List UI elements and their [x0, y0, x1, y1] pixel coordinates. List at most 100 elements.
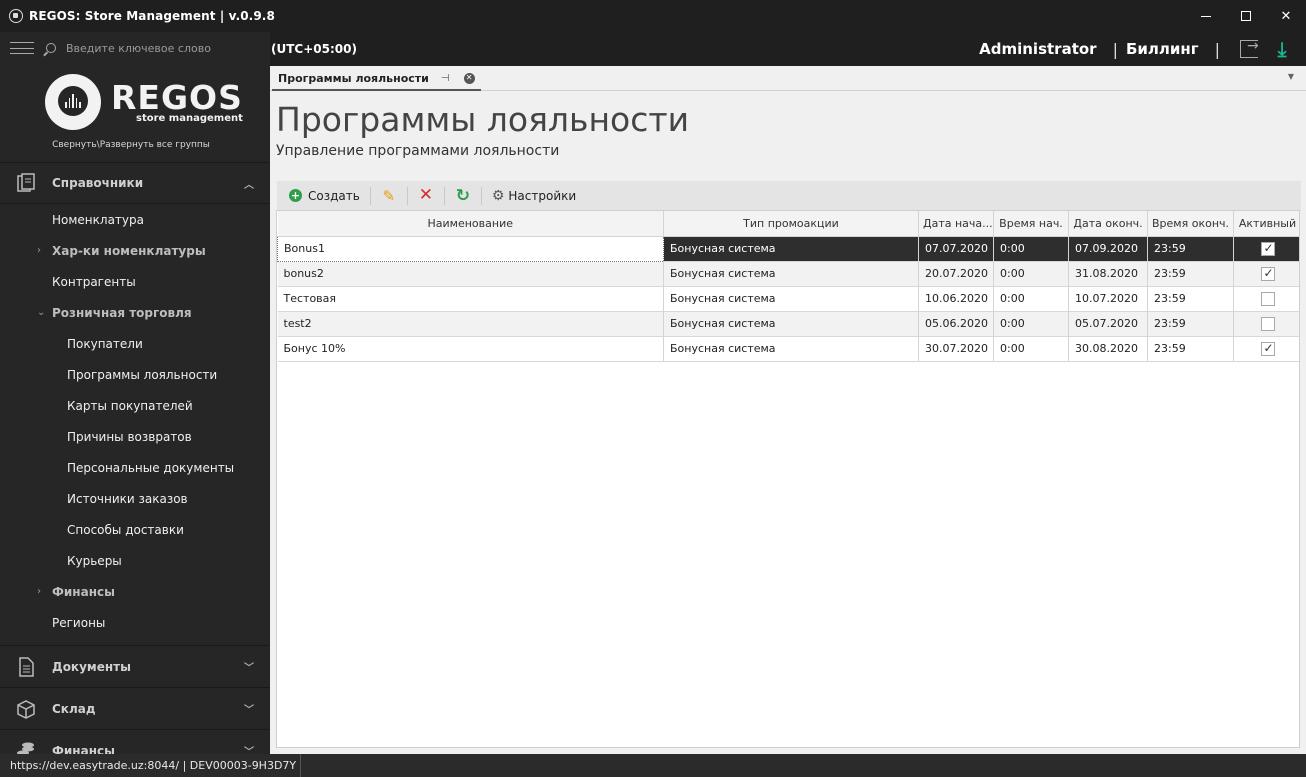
cell-start-time[interactable]: 0:00 [993, 261, 1069, 287]
sidebar-item-contractors[interactable]: Контрагенты [0, 266, 270, 297]
cell-name[interactable]: test2 [277, 311, 664, 337]
tab-close-icon[interactable]: ✕ [463, 72, 475, 84]
table-row[interactable]: Тестовая Бонусная система 10.06.2020 0:00 10… [277, 286, 1299, 312]
chevron-down-icon: ﹀ [244, 705, 254, 716]
tab-dropdown-icon[interactable]: ▼ [1288, 72, 1294, 81]
separator: | [182, 759, 187, 772]
sidebar-group-finance[interactable]: › Финансы [0, 576, 270, 607]
tab-loyalty-programs[interactable]: Программы лояльности ⊣ ✕ [272, 67, 481, 91]
plus-circle-icon: + [289, 189, 302, 202]
sidebar-section-documents[interactable]: Документы ﹀ [0, 645, 270, 687]
cell-promo-type[interactable]: Бонусная система [663, 336, 919, 362]
table-row[interactable]: Bonus1 Бонусная система 07.07.2020 0:00 07.0… [277, 235, 1299, 262]
cell-promo-type[interactable]: Бонусная система [663, 236, 919, 262]
active-checkbox[interactable] [1260, 266, 1275, 281]
maximize-button[interactable] [1226, 0, 1266, 32]
sidebar-item-customers[interactable]: Покупатели [0, 328, 270, 359]
column-header-name[interactable]: Наименование [277, 211, 664, 237]
minimize-button[interactable] [1186, 0, 1226, 32]
server-url: https://dev.easytrade.uz:8044/ [10, 759, 180, 772]
active-checkbox[interactable] [1260, 241, 1275, 256]
toolbar-divider [443, 186, 445, 205]
sidebar-item-delivery-methods[interactable]: Способы доставки [0, 514, 270, 545]
close-button[interactable]: ✕ [1266, 0, 1306, 32]
chevron-right-icon: › [37, 586, 41, 597]
sidebar-section-warehouse[interactable]: Склад ﹀ [0, 687, 270, 729]
column-header-promo-type[interactable]: Тип промоакции [663, 211, 919, 237]
cell-end-date[interactable]: 31.08.2020 [1068, 261, 1148, 287]
cell-end-time[interactable]: 23:59 [1147, 311, 1234, 337]
cell-end-date[interactable]: 10.07.2020 [1068, 286, 1148, 312]
cell-promo-type[interactable]: Бонусная система [663, 311, 919, 337]
sidebar-item-customer-cards[interactable]: Карты покупателей [0, 390, 270, 421]
download-icon[interactable]: ⤓ [1272, 39, 1292, 59]
separator: | [1214, 39, 1220, 59]
cell-start-date[interactable]: 30.07.2020 [918, 336, 994, 362]
cell-promo-type[interactable]: Бонусная система [663, 261, 919, 287]
cell-start-date[interactable]: 07.07.2020 [918, 236, 994, 262]
refresh-button[interactable]: ↻ [451, 181, 475, 210]
sidebar-section-label: Справочники [52, 176, 144, 190]
column-header-start-date[interactable]: Дата нача... [918, 211, 994, 237]
cell-active [1233, 236, 1299, 262]
logo-name: REGOS [111, 77, 243, 117]
delete-button[interactable]: ✕ [414, 181, 438, 210]
cell-name[interactable]: Тестовая [277, 286, 664, 312]
sidebar-section-directories[interactable]: Справочники ︿ [0, 162, 270, 204]
sidebar-item-return-reasons[interactable]: Причины возвратов [0, 421, 270, 452]
cell-start-time[interactable]: 0:00 [993, 311, 1069, 337]
cell-start-date[interactable]: 20.07.2020 [918, 261, 994, 287]
sidebar-item-loyalty-programs[interactable]: Программы лояльности [0, 359, 270, 390]
cell-start-date[interactable]: 10.06.2020 [918, 286, 994, 312]
sidebar-section-finance[interactable]: Финансы ﹀ [0, 729, 270, 754]
column-header-start-time[interactable]: Время нач. [993, 211, 1069, 237]
active-checkbox[interactable] [1260, 341, 1275, 356]
cell-end-date[interactable]: 07.09.2020 [1068, 236, 1148, 262]
cell-end-time[interactable]: 23:59 [1147, 236, 1234, 262]
settings-button[interactable]: ⚙ Настройки [488, 181, 580, 210]
minimize-icon [1201, 15, 1211, 17]
sidebar-group-nomenclature-features[interactable]: › Хар-ки номенклатуры [0, 235, 270, 266]
pin-icon[interactable]: ⊣ [441, 73, 450, 84]
sidebar-item-personal-documents[interactable]: Персональные документы [0, 452, 270, 483]
table-row[interactable]: Бонус 10% Бонусная система 30.07.2020 0:00 3… [277, 336, 1299, 362]
hamburger-menu-icon[interactable] [10, 42, 34, 54]
cell-start-time[interactable]: 0:00 [993, 336, 1069, 362]
sidebar-item-couriers[interactable]: Курьеры [0, 545, 270, 576]
table-row[interactable]: bonus2 Бонусная система 20.07.2020 0:00 31.0… [277, 261, 1299, 287]
cell-promo-type[interactable]: Бонусная система [663, 286, 919, 312]
table-row[interactable]: test2 Бонусная система 05.06.2020 0:00 05.07… [277, 311, 1299, 337]
cell-name[interactable]: Bonus1 [277, 235, 664, 262]
chevron-right-icon: › [37, 245, 41, 256]
sidebar-item-label: Регионы [52, 615, 106, 630]
maximize-icon [1241, 11, 1251, 21]
cell-start-date[interactable]: 05.06.2020 [918, 311, 994, 337]
cell-end-time[interactable]: 23:59 [1147, 336, 1234, 362]
cell-end-time[interactable]: 23:59 [1147, 261, 1234, 287]
edit-button[interactable]: ✎ [377, 181, 401, 210]
column-header-end-time[interactable]: Время оконч. [1147, 211, 1234, 237]
sidebar-item-order-sources[interactable]: Источники заказов [0, 483, 270, 514]
column-header-end-date[interactable]: Дата оконч. [1068, 211, 1148, 237]
column-header-active[interactable]: Активный [1233, 211, 1299, 237]
cell-name[interactable]: Бонус 10% [277, 336, 664, 362]
cell-end-date[interactable]: 30.08.2020 [1068, 336, 1148, 362]
logout-icon[interactable] [1240, 38, 1259, 58]
cell-end-time[interactable]: 23:59 [1147, 286, 1234, 312]
search-input[interactable] [66, 41, 246, 55]
cell-start-time[interactable]: 0:00 [993, 286, 1069, 312]
cell-end-date[interactable]: 05.07.2020 [1068, 311, 1148, 337]
sidebar-item-nomenclature[interactable]: Номенклатура [0, 204, 270, 235]
brand-logo: REGOS store management [0, 70, 270, 134]
book-icon [14, 171, 38, 195]
sidebar-item-regions[interactable]: Регионы [0, 607, 270, 638]
sidebar-group-retail[interactable]: ⌄ Розничная торговля [0, 297, 270, 328]
cell-start-time[interactable]: 0:00 [993, 236, 1069, 262]
create-button[interactable]: + Создать [285, 181, 364, 210]
cell-name[interactable]: bonus2 [277, 261, 664, 287]
user-name[interactable]: Administrator [979, 40, 1096, 58]
billing-link[interactable]: Биллинг [1126, 40, 1199, 58]
active-checkbox[interactable] [1260, 316, 1275, 331]
active-checkbox[interactable] [1260, 291, 1275, 306]
collapse-expand-all-link[interactable]: Свернуть\Развернуть все группы [0, 140, 270, 154]
